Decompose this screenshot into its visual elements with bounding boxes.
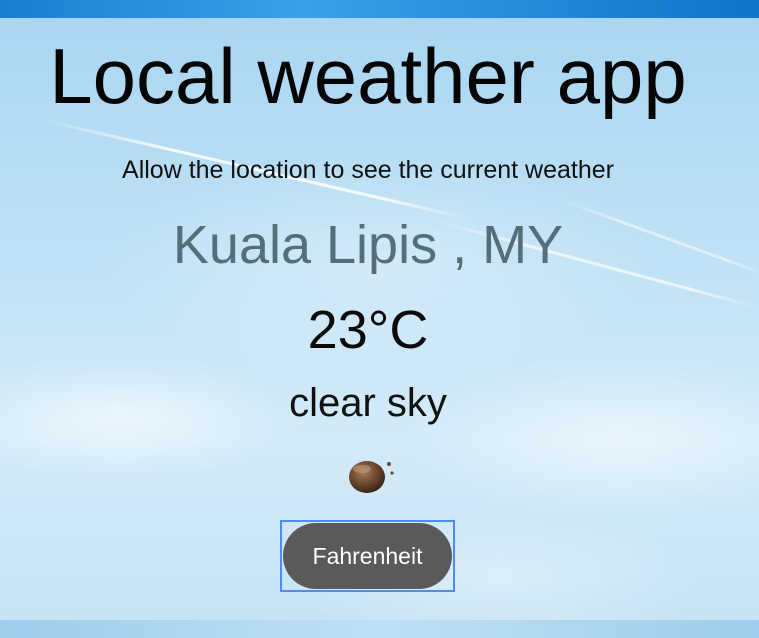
weather-description: clear sky	[289, 381, 447, 425]
fahrenheit-toggle-label: Fahrenheit	[283, 523, 452, 589]
app-title: Local weather app	[49, 32, 687, 120]
clear-sky-moon-icon	[349, 461, 394, 493]
location-label: Kuala Lipis , MY	[172, 215, 564, 275]
fahrenheit-toggle-button[interactable]: Fahrenheit	[280, 520, 455, 592]
weather-panel: Local weather app Allow the location to …	[0, 0, 736, 638]
temperature-readout: 23°C	[307, 300, 429, 360]
location-prompt: Allow the location to see the current we…	[122, 156, 614, 184]
